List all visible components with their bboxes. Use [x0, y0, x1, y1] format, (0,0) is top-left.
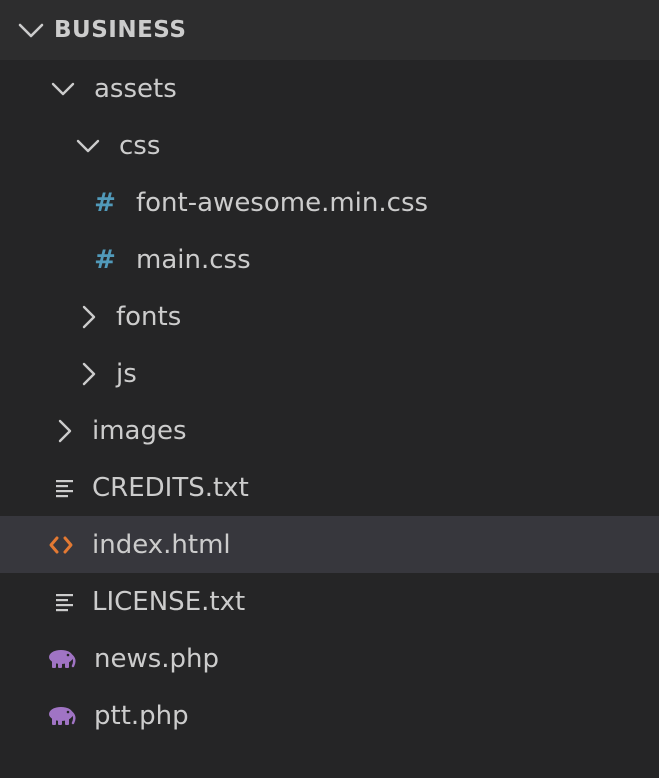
- chevron-right-icon: [58, 419, 72, 442]
- tree-item-ptt-php[interactable]: ptt.php: [0, 687, 659, 744]
- php-elephant-icon: [46, 705, 76, 727]
- tree-item-assets[interactable]: assets: [0, 60, 659, 117]
- tree-item-font-awesome-min-css[interactable]: # font-awesome.min.css: [0, 174, 659, 231]
- tree-item-news-php[interactable]: news.php: [0, 630, 659, 687]
- file-explorer: BUSINESS assets css # font-awesome.min.c…: [0, 0, 659, 778]
- tree-item-license-txt[interactable]: LICENSE.txt: [0, 573, 659, 630]
- tree-item-label: font-awesome.min.css: [136, 187, 429, 218]
- tree-item-label: js: [116, 358, 137, 389]
- tree-item-label: main.css: [136, 244, 251, 275]
- tree-item-label: images: [92, 415, 187, 446]
- tree-item-label: assets: [94, 73, 177, 104]
- tree-item-label: CREDITS.txt: [92, 472, 249, 503]
- css-file-icon: #: [94, 187, 116, 218]
- php-elephant-icon: [46, 648, 76, 670]
- tree-item-js[interactable]: js: [0, 345, 659, 402]
- tree-item-label: css: [119, 130, 161, 161]
- tree-item-fonts[interactable]: fonts: [0, 288, 659, 345]
- tree-item-label: ptt.php: [94, 700, 189, 731]
- chevron-down-icon: [51, 82, 75, 95]
- tree-item-css[interactable]: css: [0, 117, 659, 174]
- text-file-icon: [52, 477, 78, 499]
- file-tree: assets css # font-awesome.min.css # main…: [0, 60, 659, 744]
- html-file-icon: [48, 534, 74, 556]
- tree-item-images[interactable]: images: [0, 402, 659, 459]
- tree-item-label: index.html: [92, 529, 231, 560]
- tree-item-label: LICENSE.txt: [92, 586, 246, 617]
- tree-item-label: fonts: [116, 301, 182, 332]
- tree-item-credits-txt[interactable]: CREDITS.txt: [0, 459, 659, 516]
- text-file-icon: [52, 591, 78, 613]
- section-title: BUSINESS: [54, 17, 187, 43]
- css-file-icon: #: [94, 244, 116, 275]
- tree-item-index-html[interactable]: index.html: [0, 516, 659, 573]
- chevron-down-icon: [18, 23, 44, 38]
- chevron-right-icon: [82, 305, 96, 328]
- tree-item-main-css[interactable]: # main.css: [0, 231, 659, 288]
- chevron-down-icon: [76, 139, 100, 152]
- explorer-section-header[interactable]: BUSINESS: [0, 0, 659, 60]
- tree-item-label: news.php: [94, 643, 220, 674]
- chevron-right-icon: [82, 362, 96, 385]
